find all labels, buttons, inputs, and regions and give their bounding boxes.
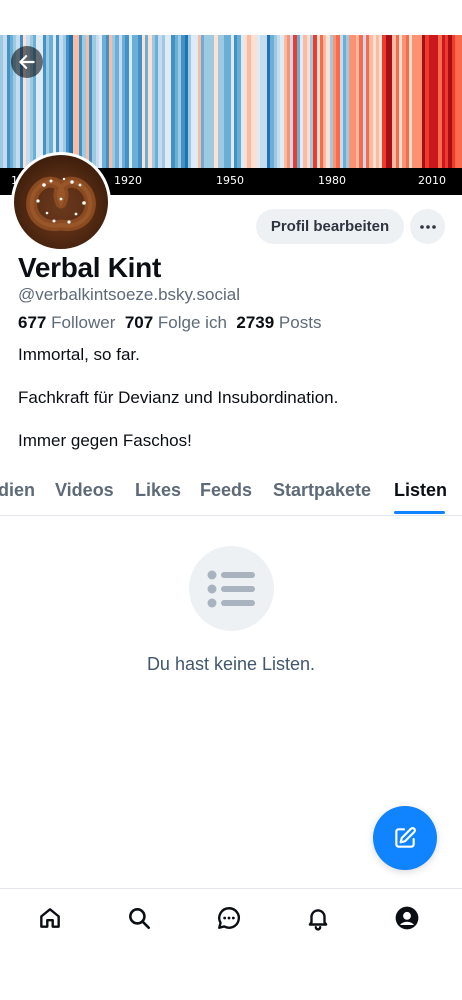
posts-label: Posts: [278, 313, 322, 332]
list-icon: [207, 570, 255, 607]
more-horizontal-icon: [419, 224, 436, 229]
edit-profile-button[interactable]: Profil bearbeiten: [256, 209, 404, 244]
followers-link[interactable]: 677 Follower: [18, 313, 115, 332]
posts-count: 2739: [236, 313, 275, 332]
profile-tabs: dien Videos Likes Feeds Startpakete List…: [0, 470, 462, 516]
following-count: 707: [124, 313, 154, 332]
bio-line-1: Immortal, so far.: [18, 345, 140, 364]
banner-year-2010: 2010: [418, 174, 446, 187]
home-icon: [40, 908, 60, 928]
avatar[interactable]: [11, 152, 111, 252]
tab-videos[interactable]: Videos: [55, 480, 114, 501]
following-link[interactable]: 707 Folge ich: [125, 313, 227, 332]
banner-year-1920: 1920: [114, 174, 142, 187]
arrow-left-icon: [19, 55, 35, 69]
tab-lists[interactable]: Listen: [394, 480, 447, 501]
warming-stripes: [0, 35, 462, 168]
tab-media[interactable]: dien: [0, 480, 35, 501]
banner-year-1950: 1950: [216, 174, 244, 187]
empty-state-icon-container: [189, 546, 274, 631]
nav-home[interactable]: [35, 903, 65, 933]
followers-count: 677: [18, 313, 47, 332]
nav-profile[interactable]: [392, 903, 422, 933]
active-tab-indicator: [394, 511, 445, 514]
compose-icon: [395, 827, 416, 848]
profile-icon: [395, 906, 419, 930]
posts-stat: 2739 Posts: [236, 313, 321, 332]
followers-label: Follower: [51, 313, 116, 332]
following-label: Folge ich: [157, 313, 227, 332]
tab-starter-packs[interactable]: Startpakete: [273, 480, 371, 501]
chat-icon: [218, 907, 241, 929]
profile-handle: @verbalkintsoeze.bsky.social: [18, 285, 240, 304]
compose-button[interactable]: [373, 806, 437, 870]
nav-chat[interactable]: [214, 903, 244, 933]
pretzel-image: [26, 176, 96, 231]
profile-stats: 677 Follower 707 Folge ich 2739 Posts: [18, 313, 321, 333]
bell-icon: [308, 909, 328, 931]
nav-search[interactable]: [124, 903, 154, 933]
tab-likes[interactable]: Likes: [135, 480, 181, 501]
warming-stripe: [458, 35, 462, 168]
bottom-navigation: [0, 888, 462, 948]
search-icon: [129, 908, 151, 930]
more-options-button[interactable]: [410, 209, 445, 244]
banner-year-1980: 1980: [318, 174, 346, 187]
tab-feeds[interactable]: Feeds: [200, 480, 252, 501]
nav-notifications[interactable]: [303, 903, 333, 933]
empty-state-message: Du hast keine Listen.: [146, 654, 316, 674]
back-button[interactable]: [11, 46, 43, 78]
bio-line-3: Immer gegen Faschos!: [18, 431, 192, 450]
display-name: Verbal Kint: [18, 252, 161, 283]
bio-line-2: Fachkraft für Devianz und Insubordinatio…: [18, 388, 339, 407]
